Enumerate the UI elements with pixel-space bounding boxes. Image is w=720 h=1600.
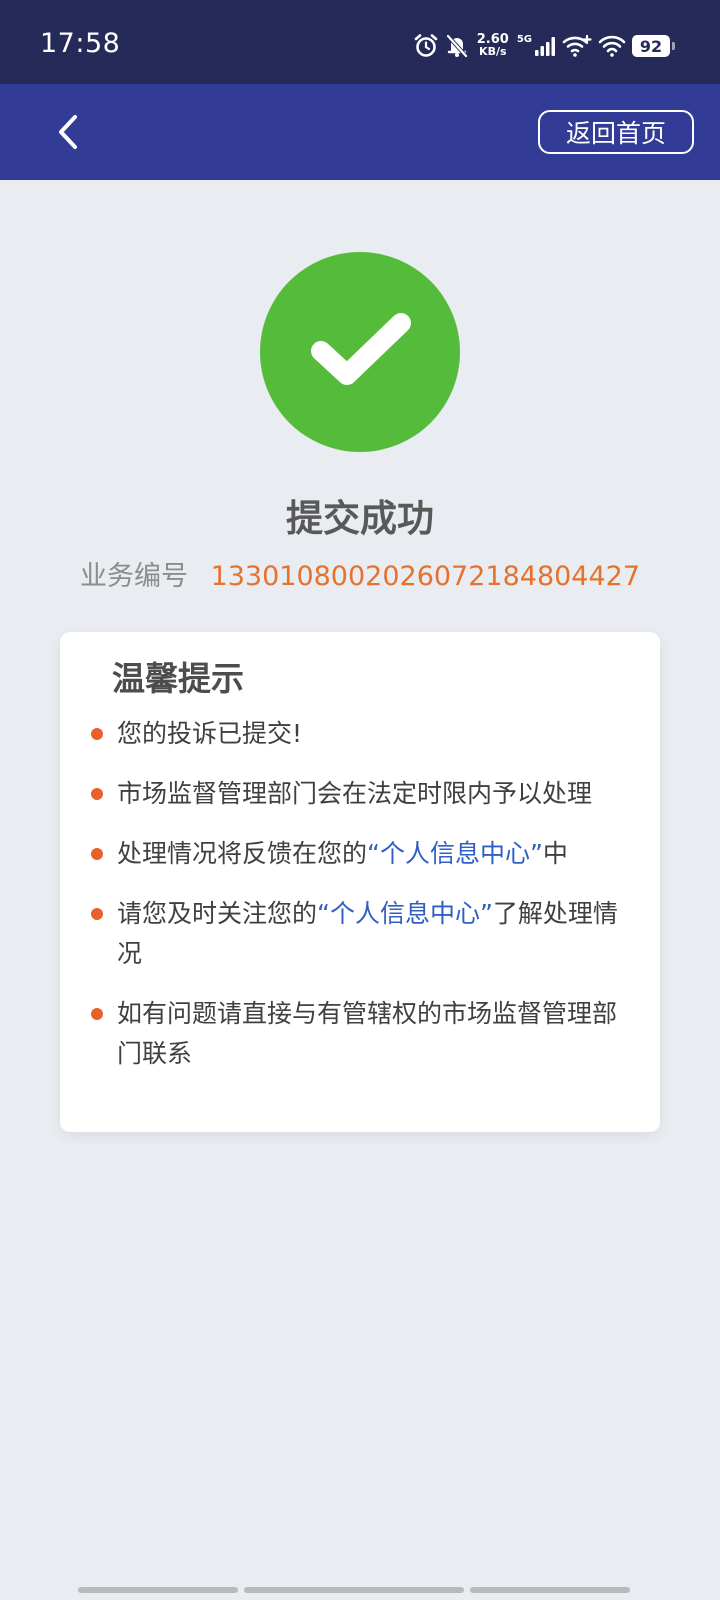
alarm-icon — [413, 33, 439, 59]
gesture-segment — [78, 1587, 238, 1593]
tip-item: 请您及时关注您的“个人信息中心”了解处理情况 — [60, 894, 660, 974]
tip-text-prefix: 处理情况将反馈在您的 — [117, 839, 368, 868]
network-type: 5G — [516, 33, 532, 45]
status-icons: 2.60 KB/s 5G 92 — [413, 30, 675, 62]
status-bar: 17:58 2.60 KB/s 5G 92 — [0, 0, 720, 84]
gesture-segment — [470, 1587, 630, 1593]
tip-item: 如有问题请直接与有管辖权的市场监督管理部门联系 — [60, 994, 660, 1074]
tip-text: 市场监督管理部门会在法定时限内予以处理 — [117, 779, 593, 808]
business-number-value: 1330108002026072184804427 — [210, 561, 641, 592]
chevron-left-icon — [59, 115, 77, 149]
checkmark-icon — [311, 313, 411, 385]
back-button[interactable] — [40, 104, 96, 160]
personal-info-center-link[interactable]: “个人信息中心” — [317, 899, 493, 928]
nav-bar: 返回首页 — [0, 84, 720, 180]
signal-icon — [534, 35, 556, 57]
tip-text: 您的投诉已提交! — [117, 719, 303, 748]
business-number-label: 业务编号 — [79, 561, 188, 592]
bullet-dot — [91, 788, 103, 800]
battery-level: 92 — [639, 36, 663, 56]
gesture-bar[interactable] — [78, 1587, 642, 1593]
tips-card: 温馨提示 您的投诉已提交! 市场监督管理部门会在法定时限内予以处理 处理情况将反… — [60, 632, 660, 1132]
gesture-segment — [244, 1587, 464, 1593]
business-number-row: 业务编号 1330108002026072184804427 — [0, 554, 720, 593]
personal-info-center-link[interactable]: “个人信息中心” — [367, 839, 543, 868]
bullet-dot — [91, 1008, 103, 1020]
tips-list: 您的投诉已提交! 市场监督管理部门会在法定时限内予以处理 处理情况将反馈在您的“… — [60, 714, 660, 1094]
tip-item: 处理情况将反馈在您的“个人信息中心”中 — [60, 834, 660, 874]
mute-bell-icon — [445, 33, 469, 59]
net-speed: 2.60 KB/s — [477, 33, 509, 58]
success-icon-circle — [260, 252, 460, 452]
success-title: 提交成功 — [286, 497, 434, 540]
wifi-plus-icon — [562, 34, 592, 58]
return-home-button[interactable]: 返回首页 — [538, 110, 694, 154]
status-time: 17:58 — [40, 28, 121, 59]
wifi-icon — [598, 34, 626, 58]
tip-text: 如有问题请直接与有管辖权的市场监督管理部门联系 — [117, 999, 618, 1068]
tip-item: 您的投诉已提交! — [60, 714, 660, 754]
tip-text-suffix: 中 — [542, 839, 568, 868]
net-speed-unit: KB/s — [479, 45, 507, 58]
battery-icon: 92 — [632, 35, 675, 57]
tips-title: 温馨提示 — [112, 659, 244, 698]
bullet-dot — [91, 728, 103, 740]
tip-text-prefix: 请您及时关注您的 — [117, 899, 318, 928]
bullet-dot — [91, 908, 103, 920]
bullet-dot — [91, 848, 103, 860]
tip-item: 市场监督管理部门会在法定时限内予以处理 — [60, 774, 660, 814]
